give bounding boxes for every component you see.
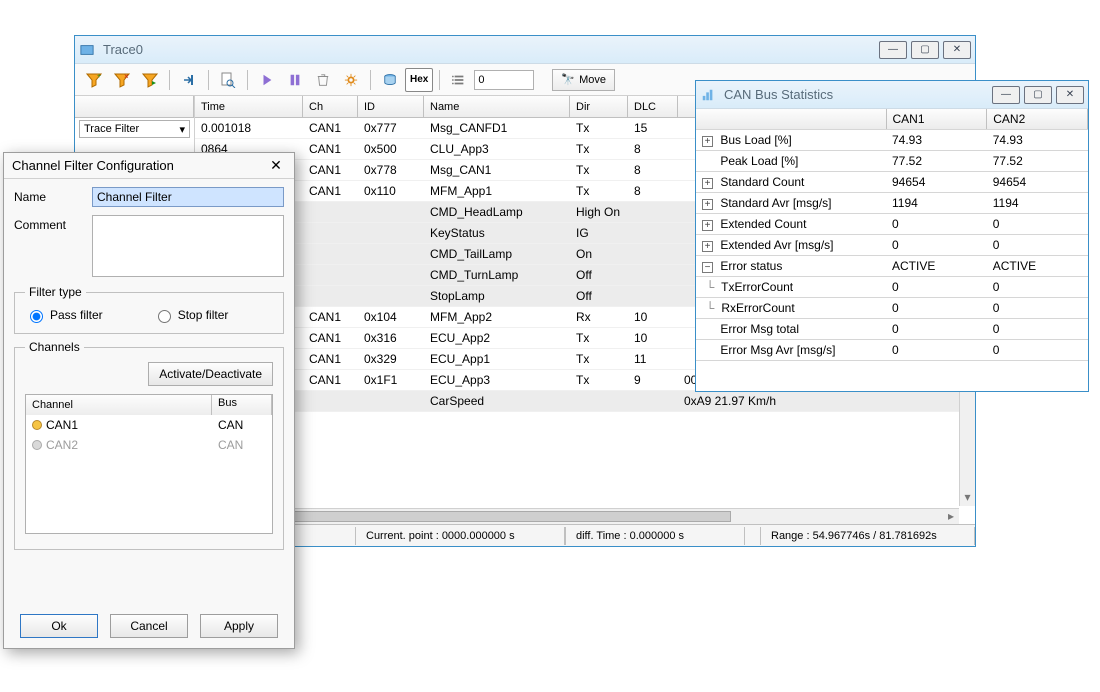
apply-button[interactable]: Apply <box>200 614 278 638</box>
pause-icon[interactable] <box>282 68 308 92</box>
cancel-button[interactable]: Cancel <box>110 614 188 638</box>
channels-group: Channels Activate/Deactivate Channel Bus… <box>14 340 284 550</box>
close-button[interactable]: ✕ <box>943 41 971 59</box>
channel-filter-dialog: Channel Filter Configuration ✕ Name Comm… <box>3 152 295 649</box>
tree-branch-icon: └ <box>702 301 718 315</box>
stats-row[interactable]: └ RxErrorCount00 <box>696 298 1088 319</box>
comment-textarea[interactable] <box>92 215 284 277</box>
stats-row[interactable]: + Standard Count9465494654 <box>696 172 1088 193</box>
svg-text:+: + <box>97 73 101 80</box>
tree-branch-icon: └ <box>702 280 718 294</box>
filter-remove-icon[interactable]: × <box>109 68 135 92</box>
goto-end-icon[interactable] <box>176 68 202 92</box>
stats-col-blank[interactable] <box>696 109 886 130</box>
stats-col-can1[interactable]: CAN1 <box>886 109 987 130</box>
binoculars-icon: 🔭 <box>561 73 575 86</box>
move-label: Move <box>579 74 606 86</box>
stats-row[interactable]: Peak Load [%]77.5277.52 <box>696 151 1088 172</box>
status-range: Range : 54.967746s / 81.781692s <box>760 527 975 545</box>
close-button[interactable]: ✕ <box>1056 86 1084 104</box>
stats-row[interactable]: + Bus Load [%]74.9374.93 <box>696 130 1088 151</box>
stats-row[interactable]: + Extended Avr [msg/s]00 <box>696 235 1088 256</box>
channel-list-col-bus[interactable]: Bus <box>212 395 272 415</box>
toolbar-search-input[interactable] <box>474 70 534 90</box>
stats-col-can2[interactable]: CAN2 <box>987 109 1088 130</box>
close-icon[interactable]: ✕ <box>266 157 286 175</box>
filter-play-icon[interactable] <box>137 68 163 92</box>
stats-title: CAN Bus Statistics <box>722 87 986 102</box>
svg-text:×: × <box>124 72 129 81</box>
hex-toggle-icon[interactable]: Hex <box>405 68 433 92</box>
col-dlc[interactable]: DLC <box>628 96 678 117</box>
dialog-title: Channel Filter Configuration <box>12 158 174 173</box>
stop-filter-radio[interactable]: Stop filter <box>153 307 229 323</box>
expand-icon[interactable]: + <box>702 136 713 147</box>
trace-filter-dropdown[interactable]: Trace Filter ▾ <box>79 120 190 138</box>
ok-button[interactable]: Ok <box>20 614 98 638</box>
channels-legend: Channels <box>25 340 84 354</box>
stats-row[interactable]: Error Msg total00 <box>696 319 1088 340</box>
name-input[interactable] <box>92 187 284 207</box>
list-icon[interactable] <box>446 68 472 92</box>
chevron-down-icon: ▾ <box>179 123 185 136</box>
col-id[interactable]: ID <box>358 96 424 117</box>
comment-label: Comment <box>14 215 84 232</box>
filter-type-group: Filter type Pass filter Stop filter <box>14 285 284 334</box>
stats-row[interactable]: └ TxErrorCount00 <box>696 277 1088 298</box>
col-dir[interactable]: Dir <box>570 96 628 117</box>
bulb-icon <box>32 420 42 430</box>
maximize-button[interactable]: ▢ <box>1024 86 1052 104</box>
bulb-icon <box>32 440 42 450</box>
minimize-button[interactable]: — <box>879 41 907 59</box>
play-icon[interactable] <box>254 68 280 92</box>
expand-icon[interactable]: + <box>702 178 713 189</box>
col-time[interactable]: Time <box>195 96 303 117</box>
expand-icon[interactable]: + <box>702 199 713 210</box>
trace-filter-header[interactable] <box>75 96 194 117</box>
search-doc-icon[interactable] <box>215 68 241 92</box>
status-diff: diff. Time : 0.000000 s <box>565 527 745 545</box>
expand-icon[interactable]: + <box>702 241 713 252</box>
db-icon[interactable] <box>377 68 403 92</box>
channel-list-col-channel[interactable]: Channel <box>26 395 212 415</box>
stats-table: CAN1 CAN2 + Bus Load [%]74.9374.93 Peak … <box>696 109 1088 361</box>
name-label: Name <box>14 187 84 204</box>
trace-titlebar[interactable]: Trace0 — ▢ ✕ <box>75 36 975 64</box>
trace-filter-label: Trace Filter <box>84 123 139 135</box>
stats-window-icon <box>700 87 716 103</box>
stats-titlebar[interactable]: CAN Bus Statistics — ▢ ✕ <box>696 81 1088 109</box>
signal-row[interactable]: CarSpeed0xA9 21.97 Km/h <box>195 391 975 412</box>
activate-deactivate-button[interactable]: Activate/Deactivate <box>148 362 273 386</box>
col-name[interactable]: Name <box>424 96 570 117</box>
stats-row[interactable]: + Standard Avr [msg/s]11941194 <box>696 193 1088 214</box>
trash-icon[interactable] <box>310 68 336 92</box>
move-button[interactable]: 🔭 Move <box>552 69 615 91</box>
stats-row[interactable]: + Extended Count00 <box>696 214 1088 235</box>
horizontal-scrollbar[interactable]: ◂ ▸ <box>195 508 959 524</box>
stats-window: CAN Bus Statistics — ▢ ✕ CAN1 CAN2 + Bus… <box>695 80 1089 392</box>
channel-list-row[interactable]: CAN2CAN <box>26 435 272 455</box>
expand-icon[interactable]: + <box>702 220 713 231</box>
pass-filter-radio[interactable]: Pass filter <box>25 307 103 323</box>
trace-window-icon <box>79 42 95 58</box>
trace-title: Trace0 <box>101 42 873 57</box>
minimize-button[interactable]: — <box>992 86 1020 104</box>
channel-list: Channel Bus CAN1CANCAN2CAN <box>25 394 273 534</box>
stats-row[interactable]: Error Msg Avr [msg/s]00 <box>696 340 1088 361</box>
collapse-icon[interactable]: − <box>702 262 713 273</box>
filter-type-legend: Filter type <box>25 285 86 299</box>
maximize-button[interactable]: ▢ <box>911 41 939 59</box>
gear-icon[interactable] <box>338 68 364 92</box>
col-ch[interactable]: Ch <box>303 96 358 117</box>
stats-row[interactable]: − Error statusACTIVEACTIVE <box>696 256 1088 277</box>
filter-add-icon[interactable]: + <box>81 68 107 92</box>
dialog-titlebar[interactable]: Channel Filter Configuration ✕ <box>4 153 294 179</box>
channel-list-row[interactable]: CAN1CAN <box>26 415 272 435</box>
status-current: Current. point : 0000.000000 s <box>355 527 565 545</box>
